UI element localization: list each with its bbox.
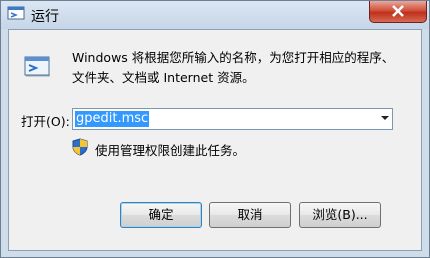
close-icon <box>392 5 404 17</box>
dialog-body: Windows 将根据您所输入的名称，为您打开相应的程序、 文件夹、文档或 In… <box>8 29 422 251</box>
run-app-icon <box>7 6 25 22</box>
run-icon <box>23 54 53 80</box>
open-combobox[interactable]: gpedit.msc <box>72 108 393 130</box>
title-bar[interactable]: 运行 <box>1 1 429 29</box>
description-line-2: 文件夹、文档或 Internet 资源。 <box>72 70 255 85</box>
run-dialog: 运行 Windows 将根据您所输入的名称，为您打开相应的程序、 文件夹、文档或… <box>0 0 430 258</box>
close-button[interactable] <box>369 1 427 23</box>
uac-shield-icon <box>72 138 88 156</box>
description-text: Windows 将根据您所输入的名称，为您打开相应的程序、 文件夹、文档或 In… <box>72 48 412 88</box>
dropdown-arrow-icon[interactable] <box>381 116 389 120</box>
ok-button[interactable]: 确定 <box>120 202 202 228</box>
description-line-1: Windows 将根据您所输入的名称，为您打开相应的程序、 <box>72 50 395 65</box>
cancel-button[interactable]: 取消 <box>209 202 291 228</box>
browse-button[interactable]: 浏览(B)... <box>299 202 381 228</box>
admin-privilege-note: 使用管理权限创建此任务。 <box>95 143 246 158</box>
open-label: 打开(O): <box>21 114 70 129</box>
open-input-value[interactable]: gpedit.msc <box>75 111 150 127</box>
window-title: 运行 <box>31 9 59 25</box>
